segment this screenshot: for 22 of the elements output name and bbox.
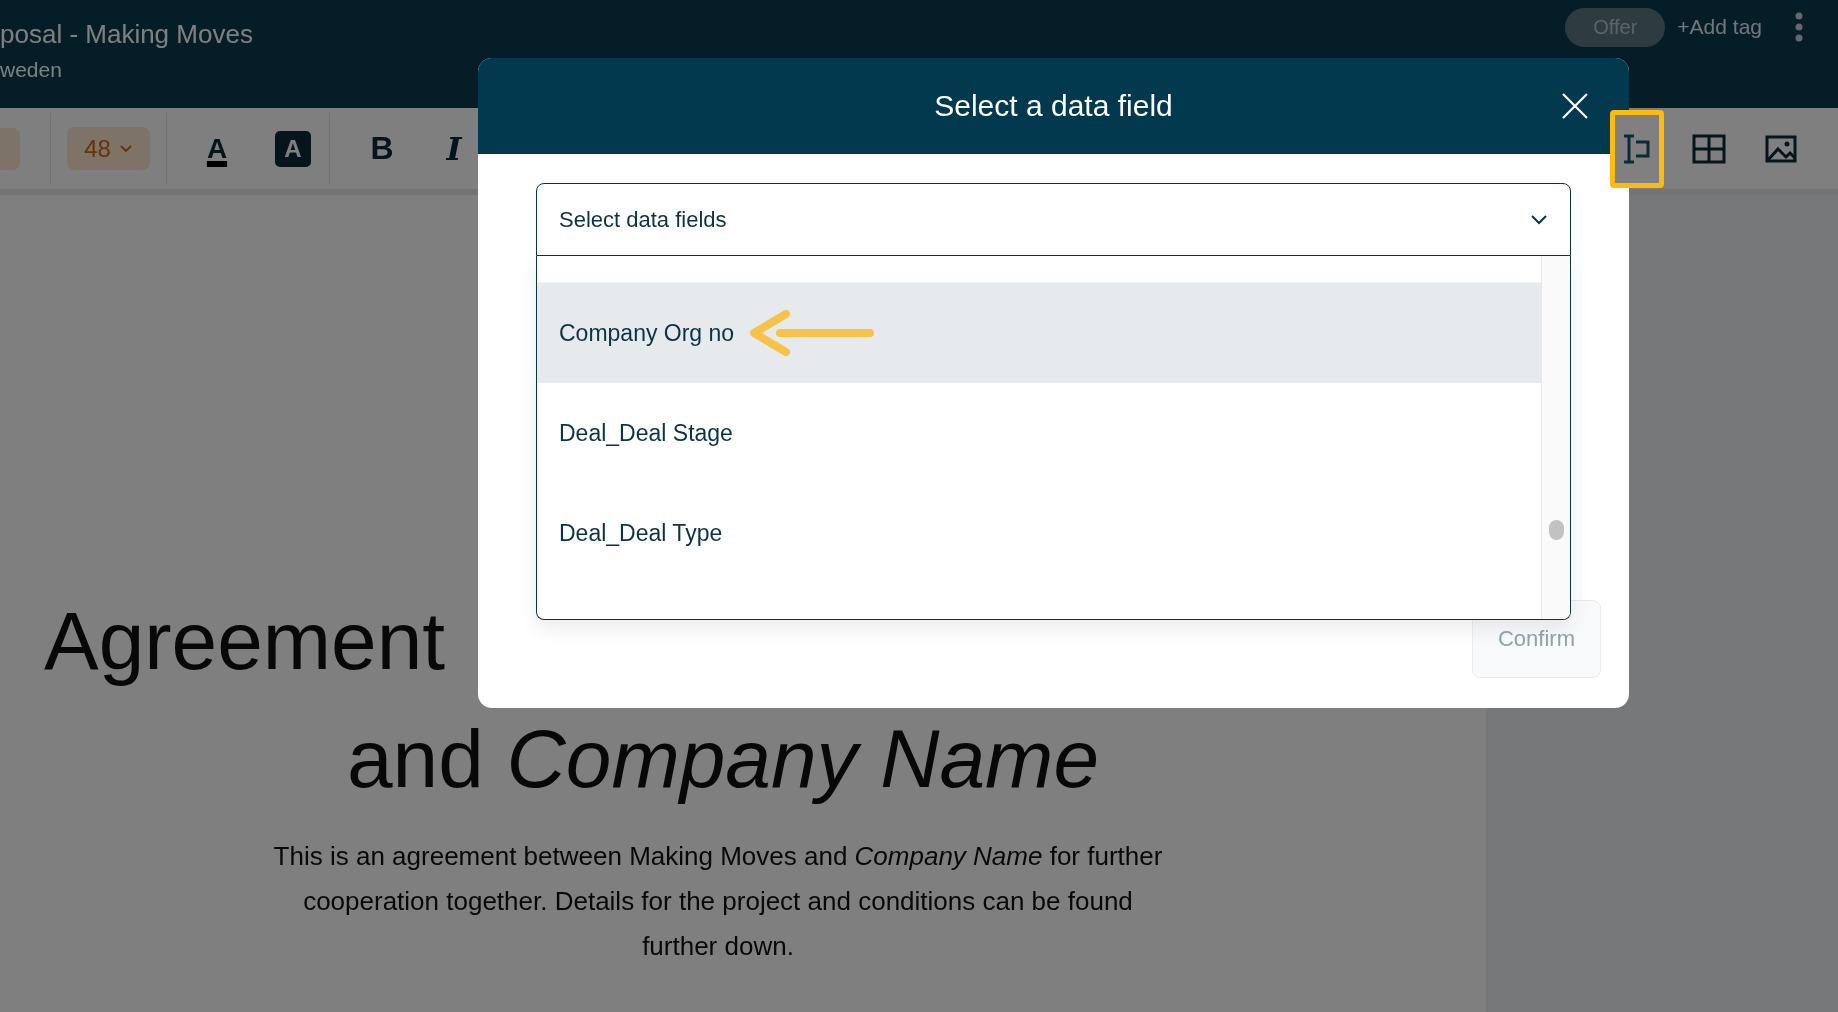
- add-tag-link[interactable]: +Add tag: [1677, 15, 1762, 39]
- highlight-button[interactable]: A: [275, 130, 311, 167]
- image-icon: [1765, 134, 1797, 163]
- table-icon: [1692, 133, 1726, 164]
- select-field[interactable]: Select data fields: [536, 183, 1571, 256]
- document-title: posal - Making Moves: [0, 18, 253, 50]
- document-subtitle: weden: [0, 57, 63, 82]
- close-icon[interactable]: [1561, 92, 1589, 120]
- paragraph-text: This is an agreement between Making Moves and Company Name for further cooperation together. Details for the project and conditions can be found further down.: [272, 840, 1164, 964]
- scrollbar-thumb[interactable]: [1549, 520, 1564, 540]
- heading-text: and Company Name: [346, 713, 1100, 804]
- italic-button[interactable]: I: [418, 123, 490, 174]
- chevron-down-icon: [1530, 213, 1548, 226]
- dropdown-option[interactable]: Deal_Deal Stage: [537, 383, 1541, 483]
- chevron-down-icon: [118, 143, 133, 154]
- dropdown-option[interactable]: Company Org no: [537, 283, 1541, 383]
- text-color-button[interactable]: A: [181, 123, 253, 174]
- bold-button[interactable]: B: [346, 123, 418, 174]
- data-field-button[interactable]: [1610, 109, 1664, 188]
- dropdown-option[interactable]: Deal_Deal Type: [537, 483, 1541, 583]
- dialog-title: Select a data field: [934, 89, 1173, 123]
- more-menu-icon[interactable]: [1794, 12, 1804, 42]
